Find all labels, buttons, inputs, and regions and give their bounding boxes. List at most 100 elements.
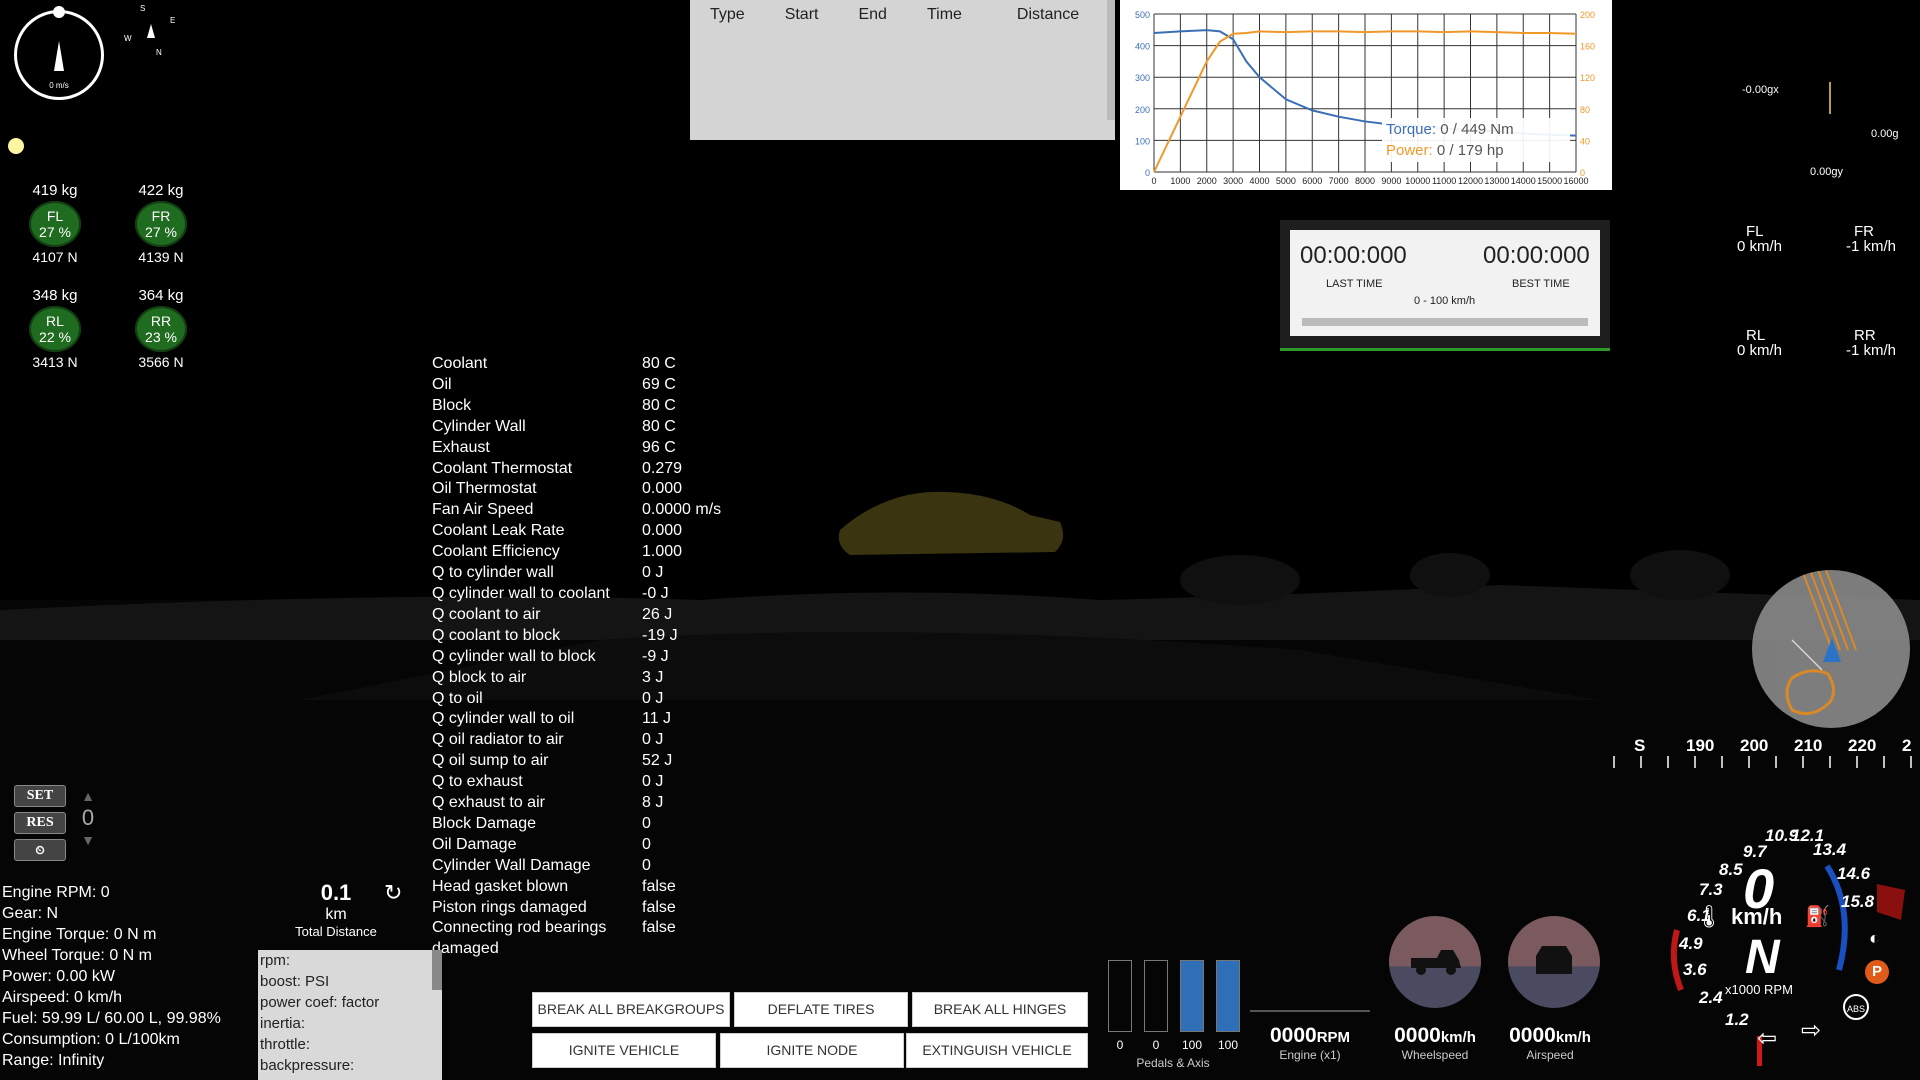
- left-tick-label: 300: [1135, 73, 1150, 83]
- thermal-value: 0 J: [642, 731, 664, 749]
- speed-compass: 0 m/s: [14, 6, 104, 100]
- thermal-value: -0 J: [642, 584, 669, 602]
- x-tick-label: 9000: [1381, 176, 1401, 186]
- wheelspeed-rr: RR -1 km/h: [1830, 328, 1896, 358]
- wheelspeed-value: -1 km/h: [1845, 342, 1896, 359]
- status-light-icon: [8, 138, 24, 154]
- thermal-key: Q to exhaust: [432, 773, 523, 791]
- left-tick-label: 100: [1135, 136, 1150, 146]
- cruise-up-icon[interactable]: ▲: [80, 785, 96, 807]
- x-tick-label: 13000: [1484, 176, 1509, 186]
- thermal-row: Q coolant to block -19 J: [432, 626, 762, 647]
- thermal-key: Piston rings damaged: [432, 898, 587, 916]
- thermal-row: Block Damage 0: [432, 814, 762, 835]
- tire-pct: 23 %: [145, 329, 177, 345]
- tire-load-circle: FL 27 %: [29, 201, 81, 247]
- thermal-key: Q to cylinder wall: [432, 564, 554, 582]
- total-distance: 0.1 km Total Distance ↻: [256, 880, 416, 939]
- wheelspeed-label: FR: [1854, 223, 1874, 240]
- thermal-value: 80 C: [642, 417, 676, 435]
- rpm-label: x1000 RPM: [1725, 982, 1793, 997]
- thermal-value: 8 J: [642, 794, 664, 812]
- cruise-value: 0: [81, 805, 95, 830]
- thermal-value: 0.0000 m/s: [642, 501, 722, 519]
- minimap-roads-icon: [1785, 570, 1857, 716]
- cruise-down-icon[interactable]: ▼: [80, 829, 96, 851]
- thermal-row: Head gasket blown false: [432, 877, 762, 898]
- wheelspeed-fl: FL 0 km/h: [1726, 224, 1782, 254]
- roll-gauge: [1508, 916, 1600, 1008]
- thermal-value: 69 C: [642, 375, 676, 393]
- right-tick-label: 40: [1580, 136, 1590, 146]
- infobox-scrollbar[interactable]: [432, 950, 442, 990]
- speed-unit: km/h: [1731, 904, 1783, 929]
- pedal-value: 100: [1181, 1038, 1203, 1052]
- rpm-scale-label: 8.5: [1719, 860, 1743, 879]
- infobox-line: throttle:: [260, 1036, 311, 1053]
- tire-pct: 27 %: [39, 224, 71, 240]
- thermal-value: 0 J: [642, 773, 664, 791]
- best-time-label: BEST TIME: [1512, 278, 1570, 290]
- x-tick-label: 10000: [1405, 176, 1430, 186]
- x-tick-label: 14000: [1511, 176, 1536, 186]
- thermal-key: Cylinder Wall Damage: [432, 856, 591, 874]
- thermal-row: Q oil radiator to air 0 J: [432, 730, 762, 751]
- thermal-key: Q oil sump to air: [432, 752, 549, 770]
- compass-letter-n: N: [156, 48, 162, 57]
- airspeed-readout: 0000km/h Airspeed: [1490, 1024, 1610, 1062]
- ignite-vehicle-button[interactable]: IGNITE VEHICLE: [532, 1033, 716, 1068]
- tire-label: FL: [46, 208, 64, 224]
- thermal-key: damaged: [432, 940, 499, 958]
- thermal-row: damaged: [432, 939, 762, 960]
- thermal-row: Oil Thermostat 0.000: [432, 479, 762, 500]
- thermal-row: Cylinder Wall 80 C: [432, 417, 762, 438]
- pedal-value: 0: [1116, 1038, 1124, 1052]
- col-start[interactable]: Start: [785, 6, 819, 24]
- heading-label: 2: [1902, 736, 1912, 755]
- thermal-value: 0: [642, 835, 651, 853]
- x-tick-label: 2000: [1197, 176, 1217, 186]
- x-tick-label: 12000: [1458, 176, 1483, 186]
- thermal-key: Q block to air: [432, 668, 527, 686]
- reset-distance-icon[interactable]: ↻: [384, 880, 402, 906]
- tire-force: 4107 N: [32, 249, 78, 265]
- vehicle-info-text: Engine RPM: 0 Gear: N Engine Torque: 0 N m…: [2, 882, 221, 1071]
- left-tick-label: 0: [1145, 168, 1150, 178]
- info-line: Engine RPM: 0: [2, 884, 110, 901]
- lap-scrollbar[interactable]: [1107, 0, 1115, 120]
- break-breakgroups-button[interactable]: BREAK ALL BREAKGROUPS: [532, 992, 730, 1027]
- cruise-toggle-button[interactable]: ⏲: [14, 839, 66, 861]
- parking-brake-icon: P: [1865, 960, 1889, 984]
- timer-progress-bar: [1302, 318, 1588, 326]
- ignite-node-button[interactable]: IGNITE NODE: [720, 1033, 904, 1068]
- compass-letter-w: W: [124, 34, 132, 43]
- minimap[interactable]: [1752, 570, 1910, 728]
- thermal-key: Oil Thermostat: [432, 480, 537, 498]
- thermal-row: Coolant Efficiency 1.000: [432, 542, 762, 563]
- infobox-line: rpm:: [260, 952, 290, 969]
- wheelspeed-label: FL: [1746, 223, 1764, 240]
- gear-indicator: N: [1745, 931, 1780, 984]
- x-tick-label: 5000: [1276, 176, 1296, 186]
- cruise-set-button[interactable]: SET: [14, 785, 66, 807]
- gforce-bar-icon: [1829, 82, 1831, 114]
- thermal-row: Coolant Thermostat 0.279: [432, 459, 762, 480]
- tire-pct: 22 %: [39, 329, 71, 345]
- torque-legend-label: Torque:: [1386, 121, 1437, 138]
- thermal-key: Fan Air Speed: [432, 501, 534, 519]
- deflate-tires-button[interactable]: DEFLATE TIRES: [734, 992, 908, 1027]
- heading-label: 220: [1848, 736, 1877, 755]
- col-distance[interactable]: Distance: [1017, 6, 1079, 24]
- steering-axis-bar: [1250, 1010, 1370, 1012]
- break-hinges-button[interactable]: BREAK ALL HINGES: [912, 992, 1088, 1027]
- thermal-row: Coolant 80 C: [432, 354, 762, 375]
- extinguish-vehicle-button[interactable]: EXTINGUISH VEHICLE: [906, 1033, 1088, 1068]
- col-time[interactable]: Time: [927, 6, 962, 24]
- col-type[interactable]: Type: [710, 6, 745, 24]
- thermal-value: false: [642, 877, 676, 895]
- col-end[interactable]: End: [858, 6, 886, 24]
- infobox-line: inertia:: [260, 1015, 306, 1032]
- x-tick-label: 16000: [1563, 176, 1588, 186]
- cruise-res-button[interactable]: RES: [14, 812, 66, 834]
- thermal-row: Q cylinder wall to oil 11 J: [432, 709, 762, 730]
